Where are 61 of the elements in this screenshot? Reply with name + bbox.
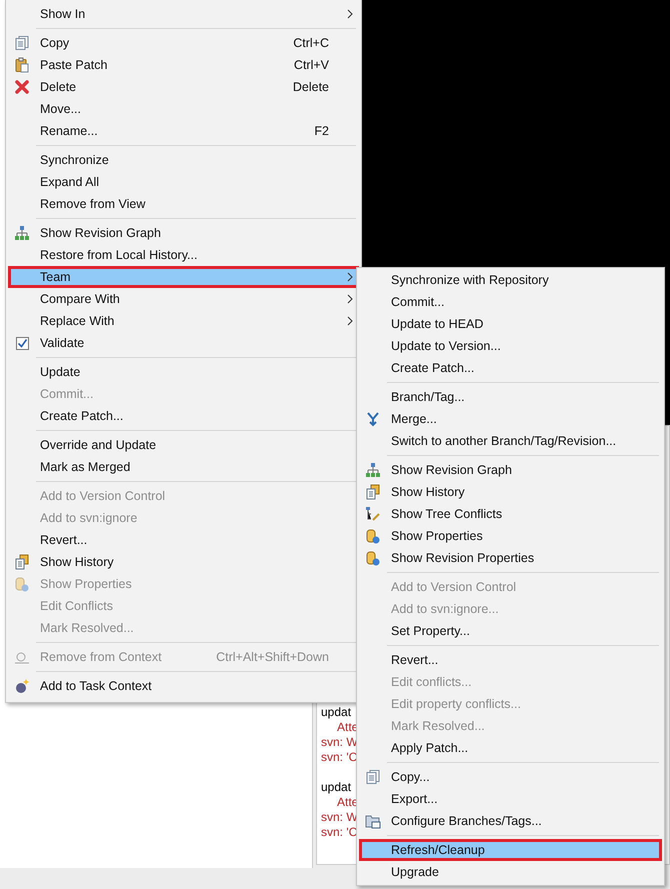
menu-item[interactable]: Replace With xyxy=(8,310,359,332)
menu-item[interactable]: Show Properties xyxy=(359,525,662,547)
menu-item[interactable]: Paste Patch Ctrl+V xyxy=(8,54,359,76)
merge-icon xyxy=(365,411,381,427)
menu-item[interactable]: Compare With xyxy=(8,288,359,310)
checkbox[interactable] xyxy=(16,336,28,350)
menu-item[interactable]: Revert... xyxy=(8,529,359,551)
tree-pencil-icon xyxy=(365,506,381,522)
console-line: updat xyxy=(321,705,352,719)
menu-item[interactable]: Show In xyxy=(8,3,359,25)
documents-icon xyxy=(365,769,381,785)
menu-item[interactable]: Upgrade xyxy=(359,861,662,883)
menu-item[interactable]: Set Property... xyxy=(359,620,662,642)
menu-item[interactable]: Update to HEAD xyxy=(359,313,662,335)
folder-tree-icon xyxy=(365,813,381,829)
sphere-icon xyxy=(14,678,30,694)
menu-item[interactable]: Delete Delete xyxy=(8,76,359,98)
menu-item[interactable]: Show Revision Properties xyxy=(359,547,662,569)
menu-item[interactable]: Copy... xyxy=(359,766,662,788)
menu-item[interactable]: Revert... xyxy=(359,649,662,671)
menu-item[interactable]: Update to Version... xyxy=(359,335,662,357)
menu-item[interactable]: Copy Ctrl+C xyxy=(8,32,359,54)
menu-item[interactable]: Refresh/Cleanup xyxy=(359,839,662,861)
menu-item[interactable]: Configure Branches/Tags... xyxy=(359,810,662,832)
menu-item[interactable]: Update xyxy=(8,361,359,383)
console-line: updat xyxy=(321,780,352,794)
menu-item[interactable]: Mark as Merged xyxy=(8,456,359,478)
menu-item[interactable]: Remove from View xyxy=(8,193,359,215)
menu-item[interactable]: Team xyxy=(8,266,359,288)
menu-item[interactable]: Commit... xyxy=(359,291,662,313)
menu-item[interactable]: Rename... F2 xyxy=(8,120,359,142)
menu-item[interactable]: Validate xyxy=(8,332,359,354)
menu-item[interactable]: Restore from Local History... xyxy=(8,244,359,266)
menu-item[interactable]: Branch/Tag... xyxy=(359,386,662,408)
menu-item[interactable]: Apply Patch... xyxy=(359,737,662,759)
menu-item[interactable]: Show Revision Graph xyxy=(359,459,662,481)
menu-item[interactable]: Synchronize xyxy=(8,149,359,171)
menu-item[interactable]: Override and Update xyxy=(8,434,359,456)
cylinder-icon xyxy=(365,550,381,566)
history-icon xyxy=(365,484,381,500)
clipboard-icon xyxy=(14,57,30,73)
menu-item[interactable]: Show History xyxy=(359,481,662,503)
cylinder-icon xyxy=(365,528,381,544)
menu-item[interactable]: Show Tree Conflicts xyxy=(359,503,662,525)
history-icon xyxy=(14,554,30,570)
menu-item[interactable]: Show Revision Graph xyxy=(8,222,359,244)
cylinder-icon xyxy=(14,576,30,592)
menu-item[interactable]: Create Patch... xyxy=(359,357,662,379)
delete-icon xyxy=(14,79,30,95)
menu-item[interactable]: Merge... xyxy=(359,408,662,430)
menu-item[interactable]: Show History xyxy=(8,551,359,573)
menu-item[interactable]: Switch to another Branch/Tag/Revision... xyxy=(359,430,662,452)
hierarchy-icon xyxy=(14,225,30,241)
menu-item[interactable]: Add to Task Context xyxy=(8,675,359,697)
hierarchy-icon xyxy=(365,462,381,478)
menu-item[interactable]: Export... xyxy=(359,788,662,810)
menu-item[interactable]: Expand All xyxy=(8,171,359,193)
menu-item[interactable]: Move... xyxy=(8,98,359,120)
documents-icon xyxy=(14,35,30,51)
menu-item[interactable]: Create Patch... xyxy=(8,405,359,427)
menu-item[interactable]: Synchronize with Repository xyxy=(359,269,662,291)
